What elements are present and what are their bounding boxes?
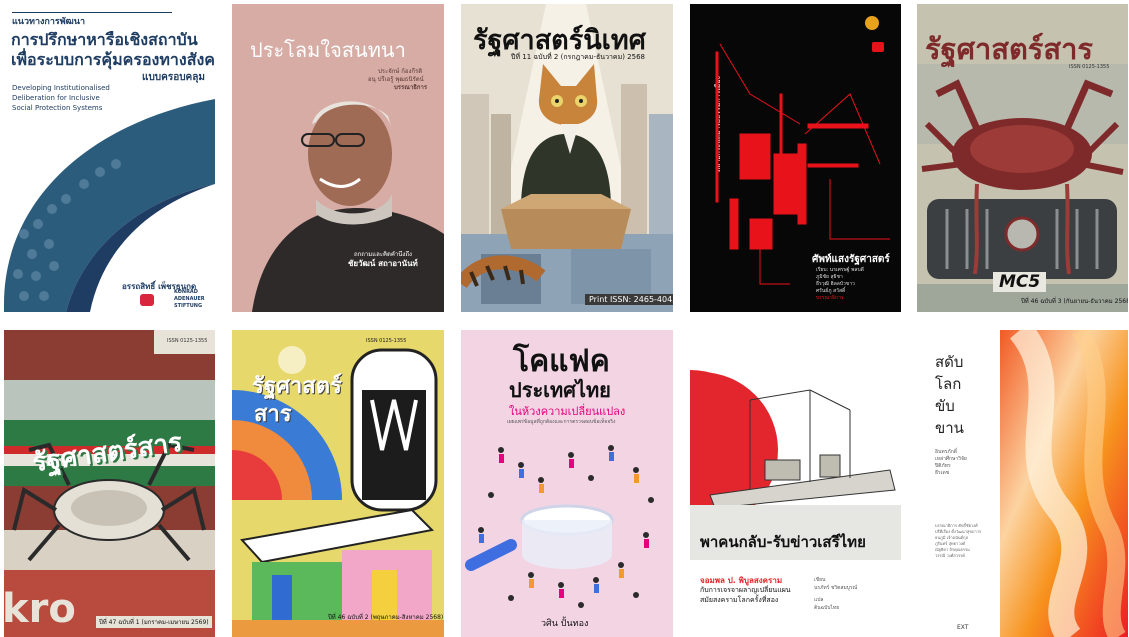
publisher-name: ADENAUER: [174, 296, 205, 302]
book-title-line: ขับ: [935, 397, 955, 415]
book-issue: ปีที่ 11 ฉบับที่ 2 (กรกฎาคม-ธันวาคม) 256…: [511, 53, 645, 61]
book-issn: ISSN 0125-1355: [366, 338, 407, 344]
book-issn: ISSN 0125-1355: [167, 338, 208, 344]
publisher-logo: [140, 294, 154, 306]
crowd-magnifier-illustration: [465, 445, 654, 608]
sign-lettering: kro: [4, 586, 76, 632]
book-title-line: ขาน: [935, 419, 964, 437]
book-title-line: สาร: [254, 402, 292, 427]
book-title-line: โลก: [935, 375, 962, 393]
book-cover-pha-khon-klap[interactable]: พาคนกลับ-รับข่าวเสรีไทย จอมพล ป. พิบูลสง…: [690, 330, 901, 637]
book-issn: Print ISSN: 2465-4043: [585, 294, 673, 305]
book-credits: วรรณี วงศ์สวรรค์: [935, 553, 965, 558]
book-cover-ratthasat-nithet[interactable]: รัฐศาสตร์นิเทศ ปีที่ 11 ฉบับที่ 2 (กรกฎา…: [461, 4, 673, 312]
book-credits: แปล: [814, 597, 824, 603]
crowd-arc-illustration: [4, 99, 215, 312]
book-bottom-caption: ชัยวัฒน์ สถาอานันท์: [348, 259, 418, 268]
publisher-mark: EXT: [957, 624, 969, 631]
book-issue: ปีที่ 46 ฉบับที่ 3 (กันยายน-ธันวาคม 2568…: [1021, 298, 1128, 305]
abstract-gradient-wave: [1000, 330, 1128, 637]
book-issn: ISSN 0125-1355: [1069, 64, 1110, 70]
book-cover-sadap-lok-khap-khan[interactable]: สดับ โลก ขับ ขาน อินทรภักดิ์ เหล่าศึกษาว…: [917, 330, 1128, 637]
book-credits: นรภัทร์ ชวิตสมบูรณ์: [814, 585, 858, 591]
publisher-name: STIFTUNG: [174, 303, 203, 309]
publisher-name: KONRAD: [174, 289, 198, 295]
book-cover-social-protection[interactable]: แนวทางการพัฒนา การปรึกษาหารือเชิงสถาบัน …: [4, 4, 215, 312]
book-title: รัฐศาสตร์สาร: [925, 32, 1093, 66]
license-plate: MC5: [993, 272, 1047, 292]
book-author: วศิน ปั้นทอง: [541, 619, 589, 629]
book-issue: ปีที่ 46 ฉบับที่ 2 (พฤษภาคม-สิงหาคม 2568…: [328, 614, 444, 621]
book-title: พาคนกลับ-รับข่าวเสรีไทย: [700, 533, 866, 551]
book-cover-ratthasat-san-46-2[interactable]: รัฐศาสตร์ สาร ISSN 0125-1355 ปีที่ 46 ฉบ…: [232, 330, 444, 637]
book-title-line: สดับ: [935, 353, 964, 371]
book-cover-sap-saeng-ratthasat[interactable]: หลายกระแสอารยธรรมการเมือง ศัพท์แสงรัฐศาส…: [690, 4, 901, 312]
book-credits: เขียน: [814, 577, 826, 583]
book-credits: บรรณาธิการ: [816, 295, 844, 301]
book-title: ศัพท์แสงรัฐศาสตร์: [812, 254, 890, 265]
book-issue: ปีที่ 47 ฉบับที่ 1 (มกราคม-เมษายน 2569): [96, 616, 212, 628]
book-cover-ratthasat-san-47-1[interactable]: ISSN 0125-1355 รัฐศาสตร์สาร kro ปีที่ 47…: [4, 330, 215, 637]
book-credits: ธีรเดช: [935, 470, 950, 476]
book-credits: ต้นฉบับไทย: [814, 605, 840, 611]
book-subtitle-line: สมัยสงครามโลกครั้งที่สอง: [700, 596, 779, 604]
book-cover-cofact-thailand[interactable]: โคแฟค ประเทศไทย ในห้วงความเปลี่ยนแปลง เผ…: [461, 330, 673, 637]
book-cover-ratthasat-san-46-3[interactable]: รัฐศาสตร์สาร ISSN 0125-1355 MC5 ปีที่ 46…: [917, 4, 1128, 312]
book-cover-pralom-jai[interactable]: ประโลมใจสนทนา ประจักษ์ ก้องกีรติ อนุ ปรี…: [232, 4, 444, 312]
